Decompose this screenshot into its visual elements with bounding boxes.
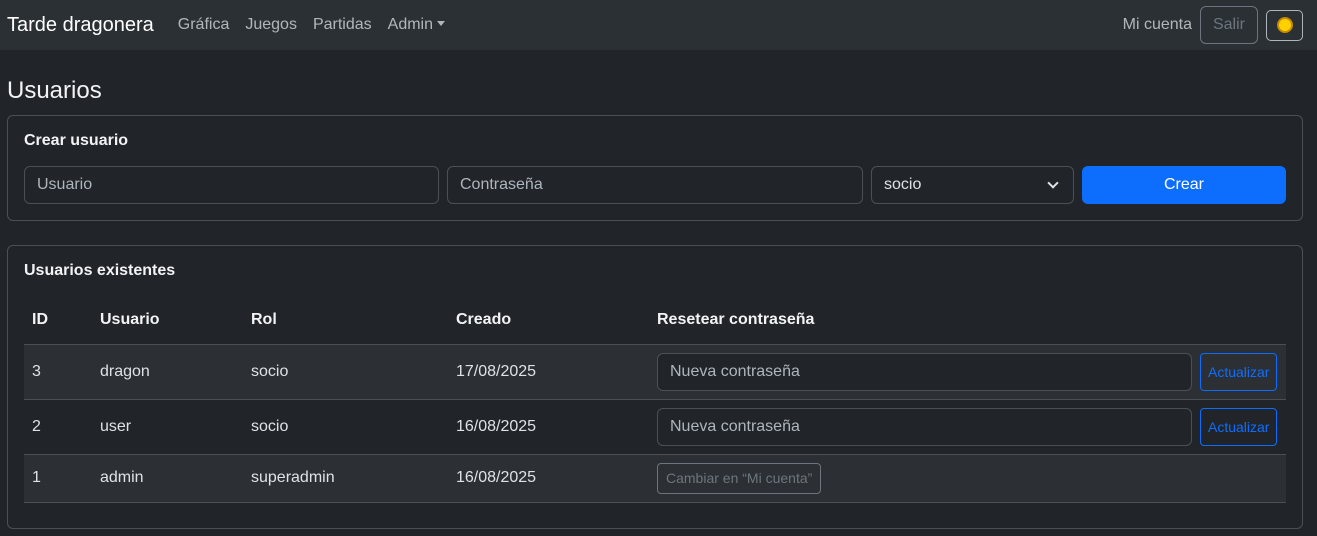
chevron-down-icon (1047, 177, 1059, 189)
main-content: Usuarios Crear usuario socio Crear Usuar… (0, 77, 1317, 529)
cell-reset: Actualizar (649, 344, 1286, 400)
existing-users-card: Usuarios existentes ID Usuario Rol Cread… (7, 245, 1303, 529)
table-row: 2 user socio 16/08/2025 Actualizar (24, 399, 1286, 455)
role-select[interactable]: socio (871, 166, 1074, 204)
cell-user: admin (92, 454, 243, 503)
table-row: 1 admin superadmin 16/08/2025 Cambiar en… (24, 454, 1286, 503)
top-navbar: Tarde dragonera Gráfica Juegos Partidas … (0, 0, 1317, 50)
password-input[interactable] (447, 166, 863, 204)
cell-id: 3 (24, 344, 92, 400)
nav-dropdown-admin[interactable]: Admin (388, 16, 445, 34)
cell-reset: Cambiar en “Mi cuenta” (649, 454, 1286, 503)
cell-created: 17/08/2025 (448, 344, 649, 400)
change-in-account-hint: Cambiar en “Mi cuenta” (657, 462, 822, 494)
create-user-form: socio Crear (24, 166, 1286, 204)
table-header-row: ID Usuario Rol Creado Resetear contraseñ… (24, 296, 1286, 345)
create-user-title: Crear usuario (24, 132, 129, 149)
create-button[interactable]: Crear (1082, 166, 1286, 204)
column-header-created: Creado (448, 296, 649, 345)
page-title: Usuarios (7, 77, 102, 104)
table-row: 3 dragon socio 17/08/2025 Actualizar (24, 344, 1286, 400)
column-header-user: Usuario (92, 296, 243, 345)
cell-user: dragon (92, 344, 243, 400)
nav-link-partidas[interactable]: Partidas (313, 16, 372, 34)
create-user-card: Crear usuario socio Crear (7, 115, 1303, 221)
reset-form: Actualizar (657, 352, 1278, 391)
brand-link[interactable]: Tarde dragonera (7, 14, 154, 37)
cell-role: socio (243, 344, 448, 400)
cell-id: 1 (24, 454, 92, 503)
cell-role: socio (243, 399, 448, 455)
users-table: ID Usuario Rol Creado Resetear contraseñ… (24, 296, 1286, 503)
column-header-role: Rol (243, 296, 448, 345)
account-link[interactable]: Mi cuenta (1123, 16, 1192, 34)
cell-user: user (92, 399, 243, 455)
sun-icon (1278, 19, 1291, 31)
update-button[interactable]: Actualizar (1200, 352, 1278, 391)
nav-link-grafica[interactable]: Gráfica (178, 16, 230, 34)
column-header-reset: Resetear contraseña (649, 296, 1286, 345)
existing-users-title: Usuarios existentes (24, 262, 176, 279)
reset-form: Actualizar (657, 407, 1278, 446)
cell-id: 2 (24, 399, 92, 455)
new-password-input[interactable] (657, 407, 1192, 446)
username-input[interactable] (24, 166, 439, 204)
theme-toggle-button[interactable] (1266, 9, 1303, 41)
nav-right-group: Mi cuenta Salir (1123, 6, 1310, 44)
column-header-id: ID (24, 296, 92, 345)
update-button[interactable]: Actualizar (1200, 407, 1278, 446)
cell-created: 16/08/2025 (448, 454, 649, 503)
cell-reset: Actualizar (649, 399, 1286, 455)
new-password-input[interactable] (657, 352, 1192, 391)
role-select-value: socio (884, 176, 922, 193)
cell-role: superadmin (243, 454, 448, 503)
cell-created: 16/08/2025 (448, 399, 649, 455)
logout-button[interactable]: Salir (1199, 6, 1258, 44)
nav-link-juegos[interactable]: Juegos (245, 16, 297, 34)
